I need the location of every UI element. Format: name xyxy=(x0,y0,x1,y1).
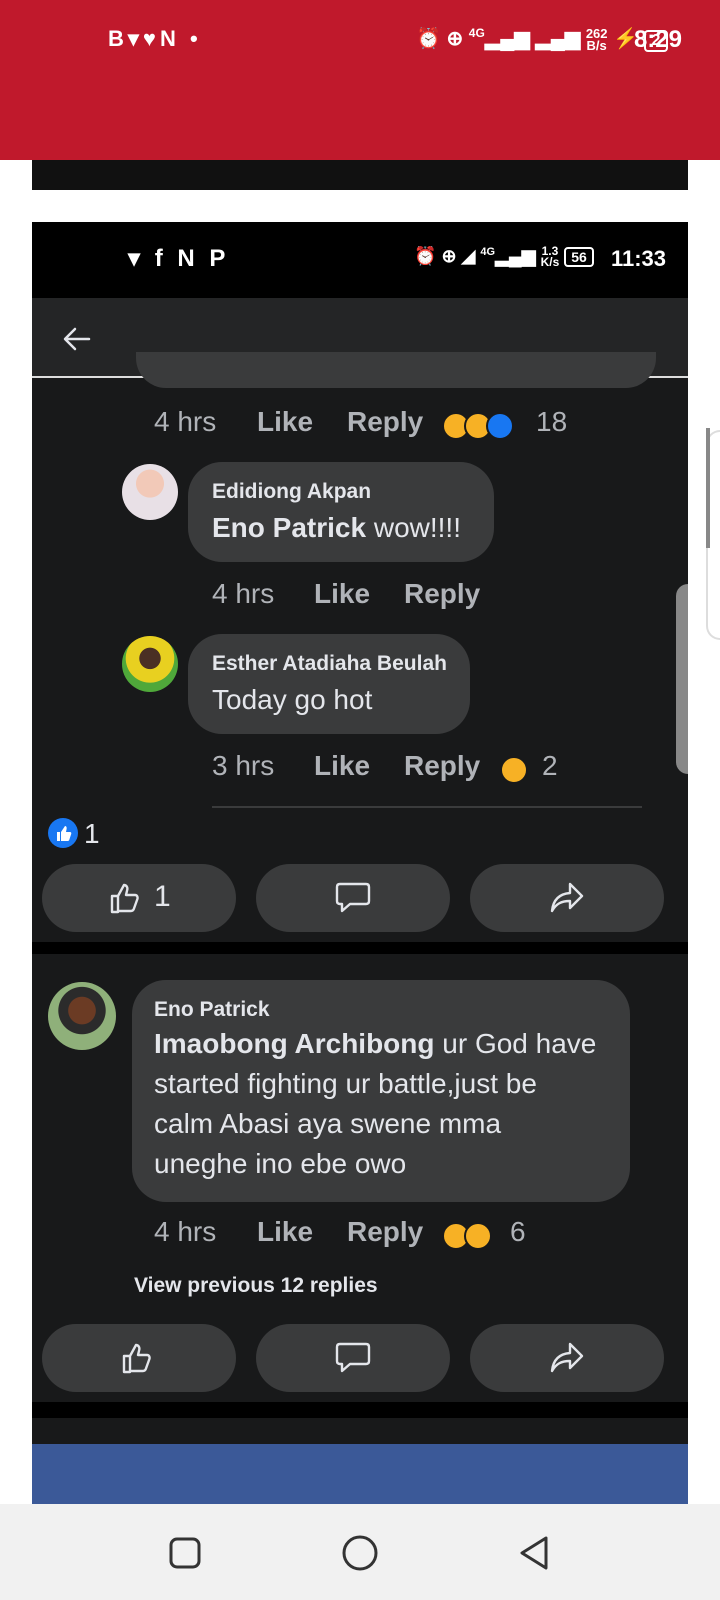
network-type: 4G xyxy=(468,26,485,40)
data-saver-icon: ⊕ xyxy=(446,28,464,50)
signal-empty-icon: ◢ xyxy=(461,246,476,266)
scroll-indicator xyxy=(706,428,710,548)
like-reaction-icon xyxy=(486,412,514,440)
reaction-icons[interactable] xyxy=(442,1222,502,1254)
comment-icon xyxy=(335,1342,371,1373)
status-time: 8:29 xyxy=(633,26,682,53)
avatar[interactable] xyxy=(122,636,178,692)
alarm-icon: ⏰ xyxy=(414,246,437,266)
comment-bubble: Eno Patrick Imaobong Archibong ur God ha… xyxy=(132,980,630,1202)
post-divider xyxy=(32,942,688,954)
previous-comment-bubble-edge xyxy=(136,352,656,388)
comment-line: calm Abasi aya swene mma xyxy=(154,1108,502,1139)
back-nav-icon[interactable] xyxy=(516,1534,552,1572)
reply-author[interactable]: Esther Atadiaha Beulah xyxy=(212,652,447,676)
like-link[interactable]: Like xyxy=(314,578,370,610)
comment-line: ur God have xyxy=(434,1028,597,1059)
separator xyxy=(212,806,642,808)
reply-time: 4 hrs xyxy=(212,578,275,609)
previous-image-edge xyxy=(32,160,688,190)
network-speed: 262 B/s xyxy=(586,27,608,53)
recent-apps-icon[interactable] xyxy=(168,1536,202,1570)
comment-time: 4 hrs xyxy=(154,1216,217,1247)
post-divider xyxy=(32,1402,688,1418)
reply-time: 3 hrs xyxy=(212,750,275,781)
reaction-icons[interactable] xyxy=(442,412,532,444)
notification-icons: B▾♥N • xyxy=(108,26,202,51)
back-arrow-icon[interactable] xyxy=(62,326,92,352)
home-icon[interactable] xyxy=(341,1534,379,1572)
reply-link[interactable]: Reply xyxy=(347,1216,423,1248)
embedded-screenshot[interactable]: ▾ f N P ⏰ ⊕ ◢ 4G▂▄▆ 1.3 K/s 56 11:33 4 h… xyxy=(32,222,688,1502)
comment-button[interactable] xyxy=(256,864,450,932)
share-button[interactable] xyxy=(470,864,664,932)
view-previous-replies-link[interactable]: View previous 12 replies xyxy=(134,1274,378,1298)
comment-text: Imaobong Archibong ur God have started f… xyxy=(154,1024,624,1184)
signal-icon-2: ▂▄▆ xyxy=(535,28,581,50)
comment-icon xyxy=(335,882,371,913)
reaction-count: 18 xyxy=(536,406,568,437)
thumbs-up-icon xyxy=(110,883,139,914)
post-like-count: 1 xyxy=(84,818,100,849)
inner-status-time: 11:33 xyxy=(610,246,666,271)
inner-status-bar: ▾ f N P ⏰ ⊕ ◢ 4G▂▄▆ 1.3 K/s 56 11:33 xyxy=(32,222,688,298)
share-icon xyxy=(550,882,584,913)
thumbs-up-icon xyxy=(122,1343,151,1374)
network-speed: 1.3 K/s xyxy=(540,245,560,270)
signal-icon: ▂▄▆ xyxy=(495,246,536,266)
avatar[interactable] xyxy=(48,982,116,1050)
inner-notification-icons: ▾ f N P xyxy=(128,245,230,272)
reply-body: wow!!!! xyxy=(366,512,461,543)
share-icon xyxy=(550,1342,584,1373)
reply-link[interactable]: Reply xyxy=(347,406,423,438)
reply-bubble: Edidiong Akpan Eno Patrick wow!!!! xyxy=(188,462,494,562)
reply-bubble: Esther Atadiaha Beulah Today go hot xyxy=(188,634,470,734)
battery-level: 56 xyxy=(571,249,587,265)
like-count: 1 xyxy=(154,880,171,913)
comment-line: started fighting ur battle,just be xyxy=(154,1068,537,1099)
like-link[interactable]: Like xyxy=(257,406,313,438)
data-saver-icon: ⊕ xyxy=(441,246,457,266)
haha-reaction-icon[interactable] xyxy=(500,756,528,784)
reply-mention[interactable]: Eno Patrick xyxy=(212,512,366,543)
like-reaction-icon xyxy=(48,818,78,848)
like-button[interactable]: 1 xyxy=(42,864,236,932)
like-link[interactable]: Like xyxy=(257,1216,313,1248)
comment-button[interactable] xyxy=(256,1324,450,1392)
comment-mention[interactable]: Imaobong Archibong xyxy=(154,1028,435,1059)
next-image-edge xyxy=(32,1444,688,1504)
network-type: 4G xyxy=(480,246,496,258)
reply-link[interactable]: Reply xyxy=(404,578,480,610)
comment-meta: 4 hrs xyxy=(154,406,216,438)
like-button[interactable] xyxy=(42,1324,236,1392)
battery-icon: 56 xyxy=(564,247,594,267)
inner-status-indicators: ⏰ ⊕ ◢ 4G▂▄▆ 1.3 K/s 56 xyxy=(414,245,594,270)
share-button[interactable] xyxy=(470,1324,664,1392)
signal-icon: ▂▄▆ xyxy=(484,28,530,50)
reply-text: Eno Patrick wow!!!! xyxy=(212,508,461,548)
status-indicators: ⏰ ⊕ 4G▂▄▆ ▂▄▆ 262 B/s ⚡ 2 xyxy=(416,26,669,53)
app-bar xyxy=(0,80,720,216)
reply-author[interactable]: Edidiong Akpan xyxy=(212,480,371,504)
reaction-count: 6 xyxy=(510,1216,526,1247)
like-link[interactable]: Like xyxy=(314,750,370,782)
reply-link[interactable]: Reply xyxy=(404,750,480,782)
comment-author[interactable]: Eno Patrick xyxy=(154,998,270,1022)
scrollbar-thumb[interactable] xyxy=(676,584,688,774)
reply-body: Today go hot xyxy=(212,684,373,715)
comment-line: uneghe ino ebe owo xyxy=(154,1148,407,1179)
sad-reaction-icon xyxy=(464,1222,492,1250)
reaction-count: 2 xyxy=(542,750,558,781)
outer-status-bar: B▾♥N • ⏰ ⊕ 4G▂▄▆ ▂▄▆ 262 B/s ⚡ 2 8:29 xyxy=(0,0,720,80)
alarm-icon: ⏰ xyxy=(416,28,441,50)
comment-time: 4 hrs xyxy=(154,406,217,437)
speed-unit: K/s xyxy=(540,255,560,270)
speed-unit: B/s xyxy=(586,37,607,53)
navigation-bar xyxy=(0,1504,720,1600)
avatar[interactable] xyxy=(122,464,178,520)
